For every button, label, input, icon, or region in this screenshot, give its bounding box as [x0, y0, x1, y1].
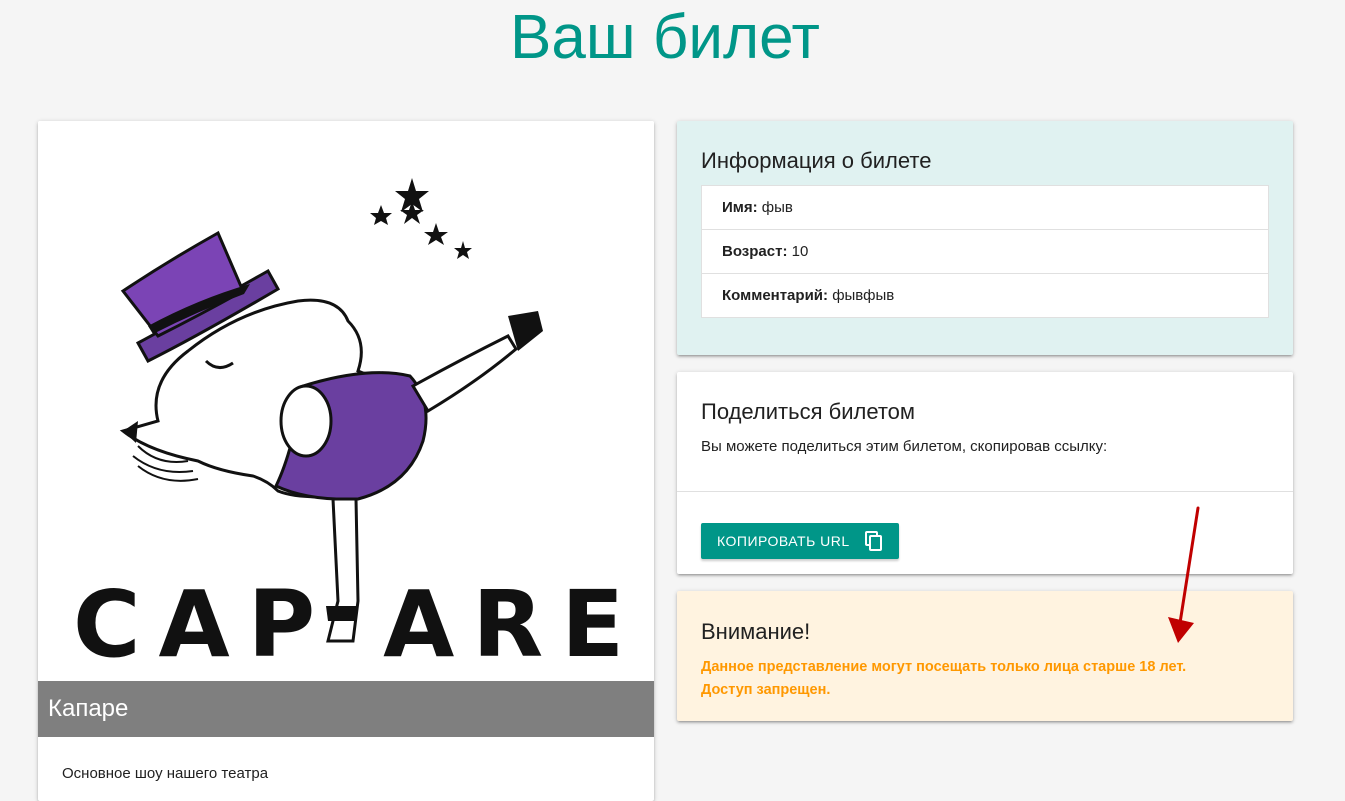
show-title: Капаре: [48, 695, 129, 722]
info-label: Имя:: [722, 199, 758, 216]
info-item-comment: Комментарий: фывфыв: [702, 274, 1268, 317]
warning-line-2: Доступ запрещен.: [701, 682, 831, 698]
capare-logo-illustration: CAP ARE: [73, 178, 642, 678]
divider: [677, 491, 1293, 492]
ticket-info-title: Информация о билете: [701, 148, 932, 173]
info-label: Комментарий:: [722, 287, 829, 304]
copy-url-label: КОПИРОВАТЬ URL: [717, 533, 850, 549]
info-value: фыв: [761, 199, 793, 216]
copy-icon: [865, 531, 882, 551]
share-ticket-title: Поделиться билетом: [701, 399, 916, 424]
info-item-age: Возраст: 10: [702, 230, 1268, 274]
show-card: CAP ARE Капаре Основное шоу нашего театр…: [38, 121, 654, 801]
annotation-arrow-icon: [1168, 506, 1200, 643]
show-description: Основное шоу нашего театра: [62, 765, 269, 782]
page-title: Ваш билет: [510, 3, 820, 72]
warning-title: Внимание!: [701, 619, 811, 644]
show-title-bar: Капаре: [38, 681, 654, 737]
ticket-info-list: Имя: фыв Возраст: 10 Комментарий: фывфыв: [701, 185, 1269, 318]
info-label: Возраст:: [722, 243, 788, 260]
warning-line-1: Данное представление могут посещать толь…: [701, 659, 1187, 675]
warning-text: Данное представление могут посещать толь…: [701, 656, 1186, 702]
show-poster-image: CAP ARE: [38, 121, 654, 737]
info-value: фывфыв: [832, 287, 895, 304]
share-ticket-text: Вы можете поделиться этим билетом, скопи…: [701, 438, 1108, 455]
info-value: 10: [791, 243, 809, 260]
copy-url-button[interactable]: КОПИРОВАТЬ URL: [701, 523, 899, 559]
svg-text:CAP ARE: CAP ARE: [73, 571, 642, 678]
info-item-name: Имя: фыв: [702, 186, 1268, 230]
ticket-info-card: Информация о билете Имя: фыв Возраст: 10…: [677, 121, 1293, 355]
